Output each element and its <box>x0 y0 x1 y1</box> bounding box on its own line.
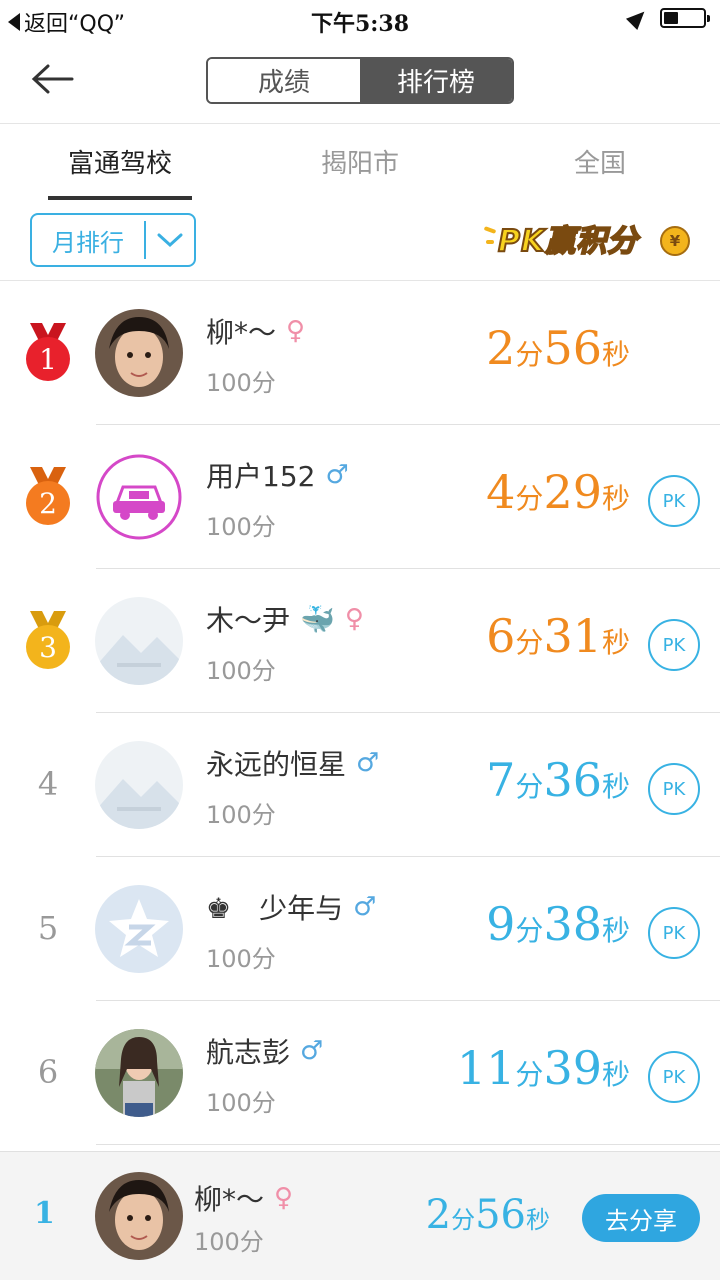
ranking-row[interactable]: 1 柳*～ ♀ 100分 2分56秒 <box>0 281 720 425</box>
ranking-row[interactable]: 2 用户152 ♂ 100分 4分29秒 PK <box>0 425 720 569</box>
completion-time: 7分36秒 <box>486 753 630 807</box>
row-divider <box>96 1144 720 1145</box>
pk-button[interactable]: PK <box>648 763 700 815</box>
male-icon: ♂ <box>325 460 349 490</box>
user-score: 100分 <box>206 945 276 973</box>
female-icon: ♀ <box>274 1183 294 1213</box>
ranking-row[interactable]: 5 ♚ 少年与 ♂ 100分 9分38秒 PK <box>0 857 720 1001</box>
ranking-list: 1 柳*～ ♀ 100分 2分56秒 2 用户152 ♂ 100分 4分29秒 PK 3 木～尹 🐳 ♀ 10… <box>0 280 720 1145</box>
share-button[interactable]: 去分享 <box>582 1194 700 1242</box>
female-icon: ♀ <box>286 316 306 346</box>
rank-number: 4 <box>37 765 59 803</box>
pk-button[interactable]: PK <box>648 619 700 671</box>
segmented-control: 成绩 排行榜 <box>206 57 514 104</box>
svg-text:2: 2 <box>39 487 57 520</box>
my-score: 100分 <box>194 1228 264 1256</box>
completion-time: 6分31秒 <box>486 609 630 663</box>
my-avatar[interactable] <box>95 1172 183 1260</box>
male-icon: ♂ <box>353 892 377 922</box>
tab-underline <box>48 196 192 200</box>
pk-button[interactable]: PK <box>648 1051 700 1103</box>
location-arrow-icon <box>625 5 651 31</box>
user-avatar[interactable] <box>95 309 183 397</box>
status-bar: 返回“QQ” 下午5:38 <box>0 0 720 40</box>
ranking-row[interactable]: 3 木～尹 🐳 ♀ 100分 6分31秒 PK <box>0 569 720 713</box>
period-dropdown[interactable]: 月排行 <box>30 213 196 267</box>
completion-time: 11分39秒 <box>456 1041 630 1095</box>
my-rank-bar: 1 柳*～ ♀ 100分 2分56秒 去分享 <box>0 1151 720 1280</box>
tab-city[interactable]: 揭阳市 <box>298 143 422 180</box>
whale-emoji-icon: 🐳 <box>300 602 335 636</box>
nav-bar: 成绩 排行榜 <box>0 40 720 124</box>
male-icon: ♂ <box>300 1036 324 1066</box>
tab-national[interactable]: 全国 <box>540 143 660 180</box>
user-score: 100分 <box>206 513 276 541</box>
coin-icon: ¥ <box>660 226 690 256</box>
pk-banner-text: PK赢积分 <box>497 223 639 260</box>
user-avatar[interactable] <box>95 885 183 973</box>
rank-number: 6 <box>37 1053 59 1091</box>
pk-button[interactable]: PK <box>648 907 700 959</box>
svg-text:3: 3 <box>39 631 57 664</box>
period-label: 月排行 <box>52 228 124 257</box>
user-score: 100分 <box>206 369 276 397</box>
chevron-down-icon <box>146 232 194 248</box>
user-name: ♚ 少年与 ♂ <box>206 892 377 925</box>
user-name: 用户152 ♂ <box>206 460 349 493</box>
battery-icon <box>660 8 710 28</box>
pk-button[interactable]: PK <box>648 475 700 527</box>
user-avatar[interactable] <box>95 1029 183 1117</box>
segment-scores[interactable]: 成绩 <box>208 59 360 102</box>
completion-time: 2分56秒 <box>486 321 630 375</box>
tab-school[interactable]: 富通驾校 <box>48 143 192 180</box>
ranking-row[interactable]: 4 永远的恒星 ♂ 100分 7分36秒 PK <box>0 713 720 857</box>
pk-earn-points-banner[interactable]: PK赢积分 ¥ <box>482 210 698 266</box>
back-arrow-icon[interactable] <box>28 54 78 104</box>
my-name: 柳*～ ♀ <box>194 1183 294 1216</box>
svg-text:1: 1 <box>39 343 57 376</box>
female-icon: ♀ <box>344 604 364 634</box>
user-avatar[interactable] <box>95 453 183 541</box>
user-avatar[interactable] <box>95 741 183 829</box>
user-name: 永远的恒星 ♂ <box>206 748 380 781</box>
my-time: 2分56秒 <box>425 1192 550 1238</box>
segment-leaderboard[interactable]: 排行榜 <box>360 59 512 102</box>
user-name: 木～尹 🐳 ♀ <box>206 602 364 638</box>
user-score: 100分 <box>206 657 276 685</box>
clock: 下午5:38 <box>310 11 410 37</box>
user-score: 100分 <box>206 801 276 829</box>
scope-tabs: 富通驾校 揭阳市 全国 <box>0 125 720 201</box>
male-icon: ♂ <box>356 748 380 778</box>
ranking-row[interactable]: 6 航志彭 ♂ 100分 11分39秒 PK <box>0 1001 720 1145</box>
user-score: 100分 <box>206 1089 276 1117</box>
completion-time: 4分29秒 <box>486 465 630 519</box>
completion-time: 9分38秒 <box>486 897 630 951</box>
user-name: 航志彭 ♂ <box>206 1036 324 1069</box>
rank-number: 5 <box>37 909 59 947</box>
user-name: 柳*～ ♀ <box>206 316 306 349</box>
my-rank-number: 1 <box>34 1196 55 1231</box>
user-avatar[interactable] <box>95 597 183 685</box>
